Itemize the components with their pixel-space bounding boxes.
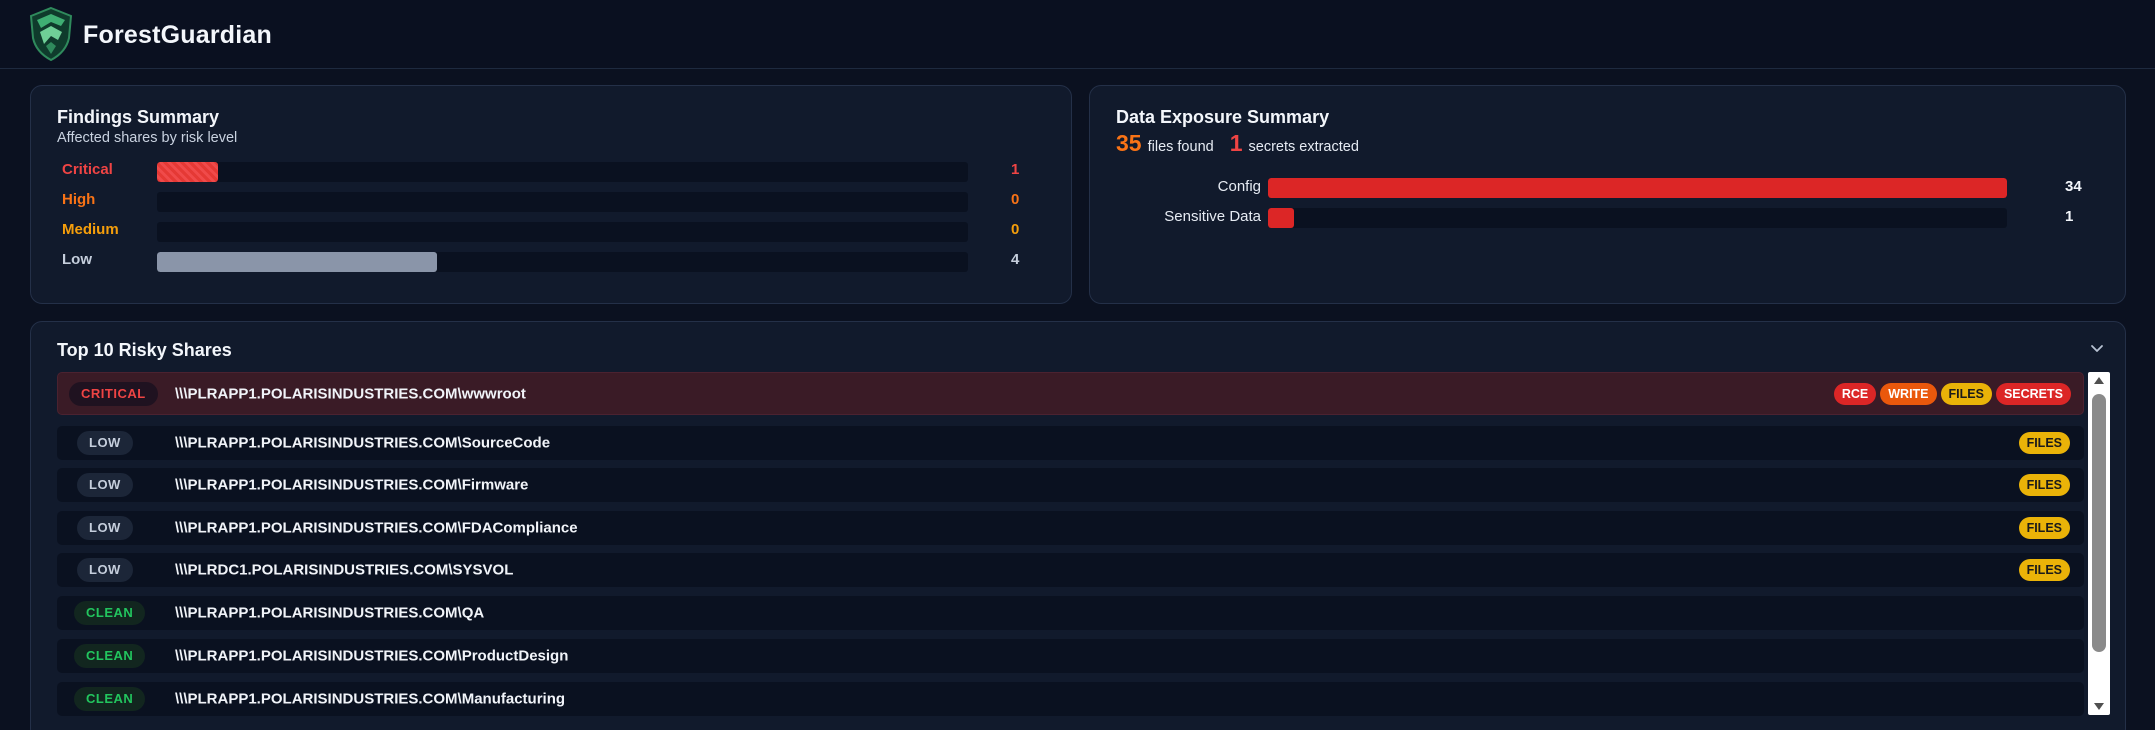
share-path: \\\PLRAPP1.POLARISINDUSTRIES.COM\SourceC… bbox=[175, 434, 551, 452]
share-row[interactable]: LOW \\\PLRAPP1.POLARISINDUSTRIES.COM\Fir… bbox=[57, 468, 2084, 502]
shield-logo-icon bbox=[29, 6, 73, 62]
tag-badge: FILES bbox=[2018, 474, 2070, 496]
risk-count: 0 bbox=[1011, 221, 1020, 238]
findings-summary-card: Findings Summary Affected shares by risk… bbox=[30, 85, 1072, 304]
risk-row-low: Low 4 bbox=[31, 245, 1071, 275]
data-exposure-summary-card: Data Exposure Summary 35 files found 1 s… bbox=[1089, 85, 2126, 304]
risk-bar-fill bbox=[157, 252, 437, 272]
tag-badge: RCE bbox=[1833, 382, 1877, 405]
exposure-count: 1 bbox=[2065, 208, 2074, 225]
risk-level-badge: CLEAN bbox=[74, 644, 146, 668]
scroll-thumb[interactable] bbox=[2092, 394, 2106, 652]
share-path: \\\PLRAPP1.POLARISINDUSTRIES.COM\Firmwar… bbox=[175, 476, 529, 494]
risk-level-badge: CLEAN bbox=[74, 601, 146, 625]
shares-title: Top 10 Risky Shares bbox=[57, 340, 232, 360]
share-path: \\\PLRDC1.POLARISINDUSTRIES.COM\SYSVOL bbox=[175, 561, 514, 579]
risk-row-critical: Critical 1 bbox=[31, 155, 1071, 185]
tag-badge: FILES bbox=[2018, 432, 2070, 454]
exposure-stats: 35 files found 1 secrets extracted bbox=[1116, 130, 1375, 157]
top-risky-shares-card: Top 10 Risky Shares CRITICAL \\\PLRAPP1.… bbox=[30, 321, 2126, 730]
share-tags: FILES bbox=[2018, 432, 2070, 454]
risk-count: 0 bbox=[1011, 191, 1020, 208]
share-tags: FILES bbox=[2018, 559, 2070, 581]
files-count: 35 bbox=[1116, 130, 1142, 156]
exposure-bar-fill bbox=[1268, 208, 1294, 228]
share-row[interactable]: CLEAN \\\PLRAPP1.POLARISINDUSTRIES.COM\Q… bbox=[57, 596, 2084, 630]
risk-level-badge: CLEAN bbox=[74, 687, 146, 711]
share-tags: RCE WRITE FILES SECRETS bbox=[1833, 382, 2071, 405]
secrets-count: 1 bbox=[1229, 130, 1243, 156]
risk-level-badge: LOW bbox=[77, 516, 133, 540]
files-label: files found bbox=[1147, 139, 1214, 155]
findings-subtitle: Affected shares by risk level bbox=[57, 130, 238, 146]
top-bar: ForestGuardian bbox=[0, 0, 2155, 69]
share-list: CRITICAL \\\PLRAPP1.POLARISINDUSTRIES.CO… bbox=[57, 372, 2084, 730]
share-path: \\\PLRAPP1.POLARISINDUSTRIES.COM\Product… bbox=[175, 647, 569, 665]
risk-bar-track bbox=[157, 162, 968, 182]
risk-count: 1 bbox=[1011, 161, 1020, 178]
exposure-bar-track bbox=[1268, 178, 2007, 198]
exposure-label: Config bbox=[1217, 178, 1261, 195]
findings-title: Findings Summary bbox=[57, 107, 220, 127]
share-path: \\\PLRAPP1.POLARISINDUSTRIES.COM\Manufac… bbox=[175, 690, 566, 708]
exposure-row-config: Config 34 bbox=[1090, 172, 2125, 202]
share-tags: FILES bbox=[2018, 474, 2070, 496]
share-row[interactable]: LOW \\\PLRAPP1.POLARISINDUSTRIES.COM\FDA… bbox=[57, 511, 2084, 545]
share-path: \\\PLRAPP1.POLARISINDUSTRIES.COM\QA bbox=[175, 604, 485, 622]
share-row[interactable]: LOW \\\PLRAPP1.POLARISINDUSTRIES.COM\Sou… bbox=[57, 426, 2084, 460]
exposure-label: Sensitive Data bbox=[1164, 208, 1261, 225]
risk-count: 4 bbox=[1011, 251, 1020, 268]
tag-badge: FILES bbox=[2018, 517, 2070, 539]
risk-row-high: High 0 bbox=[31, 185, 1071, 215]
share-row[interactable]: CLEAN \\\PLRAPP1.POLARISINDUSTRIES.COM\P… bbox=[57, 639, 2084, 673]
share-tags: FILES bbox=[2018, 517, 2070, 539]
tag-badge: FILES bbox=[2018, 559, 2070, 581]
share-row[interactable]: CLEAN \\\PLRAPP1.POLARISINDUSTRIES.COM\M… bbox=[57, 682, 2084, 716]
exposure-bar-fill bbox=[1268, 178, 2007, 198]
exposure-count: 34 bbox=[2065, 178, 2082, 195]
risk-row-medium: Medium 0 bbox=[31, 215, 1071, 245]
risk-level-badge: CRITICAL bbox=[69, 381, 158, 406]
risk-label: Critical bbox=[62, 161, 113, 178]
scroll-up-arrow-icon[interactable] bbox=[2093, 375, 2105, 385]
share-path: \\\PLRAPP1.POLARISINDUSTRIES.COM\FDAComp… bbox=[175, 519, 578, 537]
risk-level-badge: LOW bbox=[77, 431, 133, 455]
tag-badge: FILES bbox=[1940, 382, 1992, 405]
secrets-label: secrets extracted bbox=[1248, 139, 1359, 155]
exposure-bar-track bbox=[1268, 208, 2007, 228]
risk-label: Low bbox=[62, 251, 92, 268]
risk-bar-track bbox=[157, 252, 968, 272]
share-list-scrollbar[interactable] bbox=[2088, 372, 2110, 715]
scroll-down-arrow-icon[interactable] bbox=[2093, 702, 2105, 712]
risk-bar-track bbox=[157, 222, 968, 242]
app-title: ForestGuardian bbox=[83, 21, 272, 49]
exposure-title: Data Exposure Summary bbox=[1116, 107, 1330, 127]
tag-badge: WRITE bbox=[1880, 382, 1937, 405]
risk-label: Medium bbox=[62, 221, 119, 238]
risk-level-badge: LOW bbox=[77, 558, 133, 582]
risk-label: High bbox=[62, 191, 96, 208]
risk-level-badge: LOW bbox=[77, 473, 133, 497]
share-path: \\\PLRAPP1.POLARISINDUSTRIES.COM\wwwroot bbox=[175, 385, 526, 402]
chevron-down-icon[interactable] bbox=[2089, 340, 2105, 356]
exposure-row-sensitive-data: Sensitive Data 1 bbox=[1090, 202, 2125, 232]
share-row[interactable]: LOW \\\PLRDC1.POLARISINDUSTRIES.COM\SYSV… bbox=[57, 553, 2084, 587]
tag-badge: SECRETS bbox=[1995, 382, 2071, 405]
risk-bar-fill bbox=[157, 162, 218, 182]
share-row[interactable]: CRITICAL \\\PLRAPP1.POLARISINDUSTRIES.CO… bbox=[57, 372, 2084, 415]
risk-bar-track bbox=[157, 192, 968, 212]
